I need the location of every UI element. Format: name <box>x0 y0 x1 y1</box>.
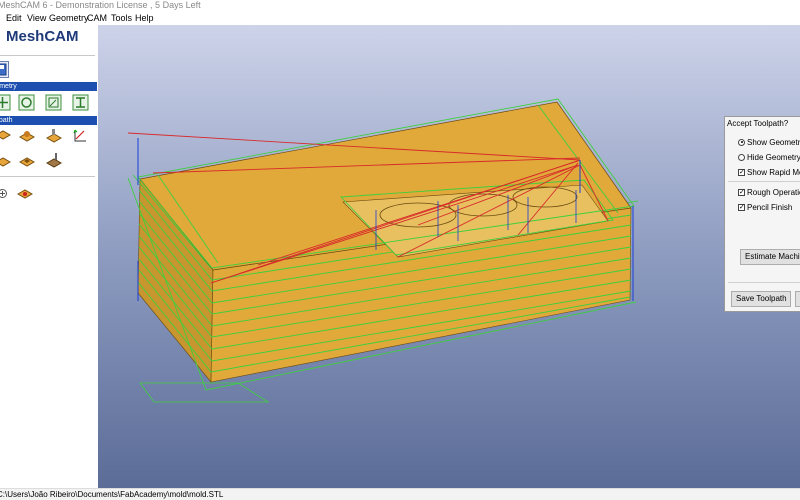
menu-cam[interactable]: CAM <box>87 12 107 24</box>
pencil-label: Pencil Finish <box>747 202 793 212</box>
machining-region-icon[interactable] <box>45 127 63 144</box>
show-rapid-moves-option[interactable]: ✓ Show Rapid Mo <box>738 167 800 177</box>
divider <box>728 282 800 283</box>
toolpath-preview <box>98 25 800 488</box>
checkbox-checked-icon[interactable]: ✓ <box>738 188 745 196</box>
move-icon[interactable] <box>0 94 11 111</box>
section-geometry-title: Geometry <box>0 83 17 90</box>
dimensions-icon[interactable] <box>72 94 89 111</box>
cancel-button[interactable] <box>795 291 800 307</box>
rotate-icon[interactable] <box>18 94 35 111</box>
menu-edit[interactable]: Edit <box>6 12 22 24</box>
menu-tools[interactable]: Tools <box>111 12 132 24</box>
rough-operation-option[interactable]: ✓ Rough Operatio <box>738 187 800 197</box>
show-geometry-option[interactable]: Show Geometry <box>738 137 800 147</box>
menu-help[interactable]: Help <box>135 12 154 24</box>
define-stock-icon[interactable] <box>0 127 12 144</box>
checkbox-checked-icon[interactable]: ✓ <box>738 168 745 176</box>
dialog-title: Accept Toolpath? <box>727 119 789 128</box>
sidebar: MeshCAM Geometry Toolpath <box>0 25 98 488</box>
section-toolpath-header: Toolpath <box>0 116 97 125</box>
pencil-finish-option[interactable]: ✓ Pencil Finish <box>738 202 792 212</box>
radio-checked-icon[interactable] <box>738 138 745 146</box>
status-bar: C:\Users\João Ribeiro\Documents\FabAcade… <box>0 488 800 500</box>
divider <box>728 181 800 182</box>
menu-geometry[interactable]: Geometry <box>49 12 89 24</box>
title-bar: MeshCAM 6 - Demonstration License , 5 Da… <box>0 0 800 12</box>
hide-geometry-option[interactable]: Hide Geometry <box>738 152 800 162</box>
hide-geometry-label: Hide Geometry <box>747 152 800 162</box>
tool-icon[interactable] <box>16 185 34 202</box>
show-toolpath-icon[interactable] <box>0 185 11 202</box>
waterline-icon[interactable] <box>0 152 12 169</box>
checkbox-checked-icon[interactable]: ✓ <box>738 203 745 211</box>
save-toolpath-button[interactable]: Save Toolpath <box>731 291 791 307</box>
section-geometry-header: Geometry <box>0 82 97 91</box>
set-origin-icon[interactable] <box>18 127 36 144</box>
rough-label: Rough Operatio <box>747 187 800 197</box>
menu-bar: Edit View Geometry CAM Tools Help <box>0 12 800 25</box>
radio-unchecked-icon[interactable] <box>738 153 745 161</box>
drill-icon[interactable] <box>45 152 63 169</box>
window-title: MeshCAM 6 - Demonstration License , 5 Da… <box>0 0 201 10</box>
divider <box>0 55 95 56</box>
section-toolpath-title: Toolpath <box>0 117 13 124</box>
divider <box>0 176 95 177</box>
save-icon[interactable] <box>0 61 9 78</box>
3d-viewport[interactable] <box>98 25 800 488</box>
show-geometry-label: Show Geometry <box>747 137 800 147</box>
estimate-machining-button[interactable]: Estimate Machinin <box>740 249 800 265</box>
scale-icon[interactable] <box>45 94 62 111</box>
accept-toolpath-dialog: Accept Toolpath? Show Geometry Hide Geom… <box>724 116 800 312</box>
menu-view[interactable]: View <box>27 12 46 24</box>
depth-icon[interactable] <box>72 127 89 144</box>
hole-icon[interactable] <box>18 152 36 169</box>
app-logo: MeshCAM <box>6 28 79 45</box>
file-path: C:\Users\João Ribeiro\Documents\FabAcade… <box>0 490 224 499</box>
show-rapid-label: Show Rapid Mo <box>747 167 800 177</box>
